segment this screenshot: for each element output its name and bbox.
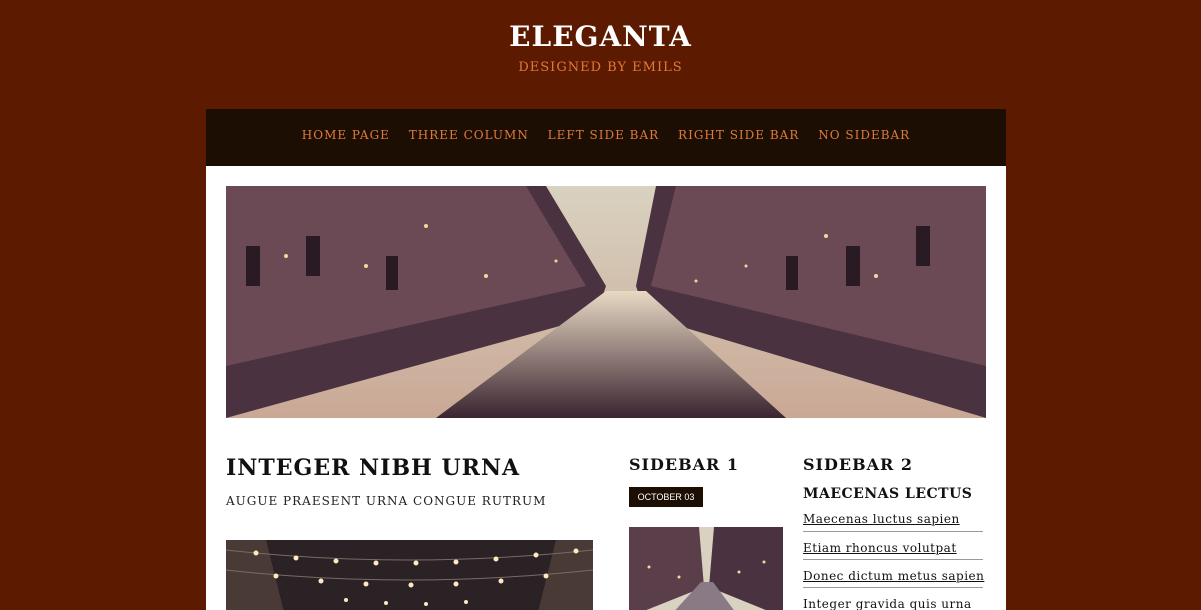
main-nav: HOME PAGE THREE COLUMN LEFT SIDE BAR RIG… <box>206 109 1006 166</box>
nav-item-left-side-bar[interactable]: LEFT SIDE BAR <box>548 128 660 142</box>
sidebar2-link-1[interactable]: Maecenas luctus sapien <box>803 512 983 526</box>
post-image <box>226 540 593 610</box>
site-title[interactable]: ELEGANTA <box>0 20 1201 53</box>
sidebar2-link-4[interactable]: Integer gravida quis urna <box>803 597 983 610</box>
nav-list: HOME PAGE THREE COLUMN LEFT SIDE BAR RIG… <box>206 128 1006 142</box>
sidebar1-thumbnail <box>629 527 783 610</box>
content-wrapper: HOME PAGE THREE COLUMN LEFT SIDE BAR RIG… <box>206 109 1006 610</box>
site-subtitle: DESIGNED BY EMILS <box>518 60 683 75</box>
nav-item-three-column[interactable]: THREE COLUMN <box>409 128 529 142</box>
post-title[interactable]: INTEGER NIBH URNA <box>226 455 520 481</box>
sidebar1-title: SIDEBAR 1 <box>629 455 740 474</box>
sidebar2-subtitle: MAECENAS LECTUS <box>803 486 973 502</box>
sidebar2-link-3[interactable]: Donec dictum metus sapien <box>803 569 984 583</box>
nav-item-no-sidebar[interactable]: NO SIDEBAR <box>818 128 910 142</box>
date-badge: OCTOBER 03 <box>629 487 703 507</box>
sidebar2-divider <box>803 531 983 532</box>
nav-item-right-side-bar[interactable]: RIGHT SIDE BAR <box>678 128 799 142</box>
post-subtitle: AUGUE PRAESENT URNA CONGUE RUTRUM <box>226 494 547 508</box>
site-header: ELEGANTA DESIGNED BY EMILS <box>0 0 1201 109</box>
sidebar2-link-2[interactable]: Etiam rhoncus volutpat <box>803 541 983 555</box>
sidebar2-divider <box>803 559 983 560</box>
sidebar2-divider <box>803 587 983 588</box>
hero-image <box>226 186 986 418</box>
sidebar2-title: SIDEBAR 2 <box>803 455 914 474</box>
nav-item-home-page[interactable]: HOME PAGE <box>302 128 390 142</box>
